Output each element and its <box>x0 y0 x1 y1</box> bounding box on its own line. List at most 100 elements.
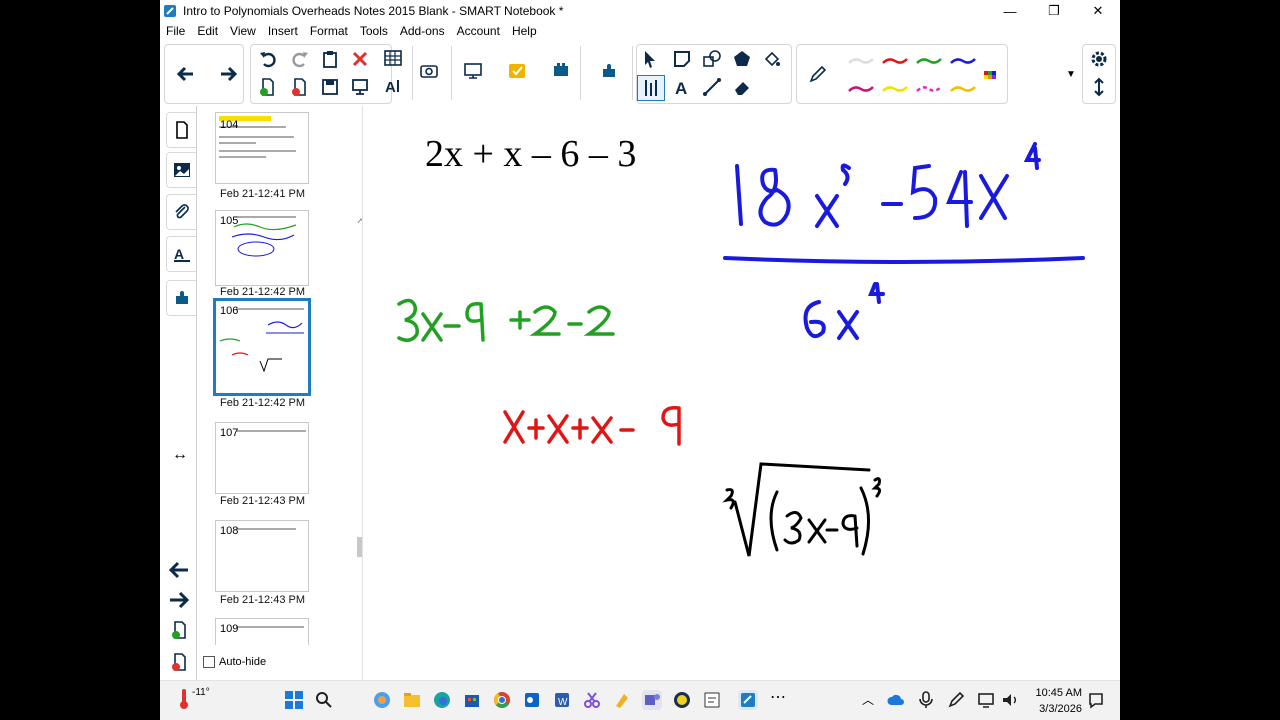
main-toolbar: A A ▼ <box>160 42 1120 104</box>
chevron-up-icon[interactable]: ︿ <box>858 690 878 710</box>
shapes-icon[interactable] <box>669 47 695 71</box>
page-thumbnail-107[interactable]: 107 <box>215 422 309 494</box>
chrome-icon[interactable] <box>492 690 512 710</box>
menu-help[interactable]: Help <box>512 24 537 38</box>
fill-icon[interactable] <box>759 47 785 71</box>
edge-icon[interactable] <box>432 690 452 710</box>
page-thumbnail-105[interactable]: 105 <box>215 210 309 286</box>
properties-tab[interactable]: A <box>166 236 197 272</box>
screen-shade-icon[interactable] <box>347 75 373 99</box>
addons-tab[interactable] <box>166 280 197 316</box>
title-bar: Intro to Polynomials Overheads Notes 201… <box>160 0 1120 22</box>
menu-file[interactable]: File <box>166 24 185 38</box>
page-thumbnail-109[interactable]: 109 <box>215 618 309 645</box>
menu-format[interactable]: Format <box>310 24 348 38</box>
delete-icon[interactable] <box>347 47 373 71</box>
next-page-icon[interactable] <box>168 590 190 615</box>
page-date: Feb 21-12:42 PM <box>220 397 305 409</box>
close-button[interactable]: ✕ <box>1076 0 1120 22</box>
addons-icon[interactable] <box>596 59 622 83</box>
display-icon[interactable] <box>460 59 486 83</box>
pentagon-icon[interactable] <box>729 47 755 71</box>
snipping-tool-icon[interactable] <box>582 690 602 710</box>
blue-ink-fraction[interactable] <box>723 142 1085 340</box>
chevron-down-icon[interactable]: ▼ <box>1058 62 1084 86</box>
smart-tools-icon[interactable] <box>702 690 722 710</box>
menu-view[interactable]: View <box>230 24 256 38</box>
menu-addons[interactable]: Add-ons <box>400 24 445 38</box>
paint-icon[interactable] <box>612 690 632 710</box>
cloud-icon[interactable] <box>886 690 906 710</box>
page-sorter-tab[interactable] <box>166 112 197 148</box>
properties-icon: A <box>174 246 190 262</box>
word-icon[interactable]: W <box>552 690 572 710</box>
back-arrow-icon[interactable] <box>173 62 199 86</box>
microphone-icon[interactable] <box>916 690 936 710</box>
weather-temperature[interactable]: -11° <box>192 687 210 698</box>
teams-icon[interactable] <box>642 690 662 710</box>
copilot-icon[interactable] <box>372 690 392 710</box>
outlook-icon[interactable] <box>522 690 542 710</box>
add-page-sidebar-icon[interactable] <box>170 620 190 645</box>
menu-tools[interactable]: Tools <box>360 24 388 38</box>
settings-icon[interactable] <box>1086 47 1112 71</box>
smart-notebook-taskbar-icon[interactable] <box>738 690 758 710</box>
activity-builder-icon[interactable] <box>548 59 574 83</box>
regular-shapes-icon[interactable] <box>699 47 725 71</box>
response-icon[interactable] <box>504 59 530 83</box>
file-explorer-icon[interactable] <box>402 690 422 710</box>
minimize-button[interactable]: — <box>988 0 1032 22</box>
line-icon[interactable] <box>699 75 725 99</box>
autohide-toggle[interactable]: Auto-hide <box>203 656 266 668</box>
menu-edit[interactable]: Edit <box>197 24 218 38</box>
notifications-icon[interactable] <box>1086 690 1106 710</box>
attachments-tab[interactable] <box>166 194 197 230</box>
smart-notebook-window: Intro to Polynomials Overheads Notes 201… <box>160 0 1120 720</box>
page-thumbnail-108[interactable]: 108 <box>215 520 309 592</box>
add-page-icon[interactable] <box>255 75 281 99</box>
eraser-icon[interactable] <box>729 75 755 99</box>
delete-page-sidebar-icon[interactable] <box>170 652 190 677</box>
resize-panel-icon[interactable]: ↔ <box>172 446 188 464</box>
store-icon[interactable] <box>462 690 482 710</box>
restore-button[interactable]: ❐ <box>1032 0 1076 22</box>
page-thumbnail-104[interactable]: 104 <box>215 112 309 184</box>
page-thumbnail-106-selected[interactable]: 106 <box>213 298 311 396</box>
search-icon[interactable] <box>314 690 334 710</box>
pen-menu-icon[interactable] <box>946 690 966 710</box>
delete-page-icon[interactable] <box>287 75 313 99</box>
system-clock[interactable]: 10:45 AM 3/3/2026 <box>1036 685 1082 717</box>
svg-text:A: A <box>675 79 687 97</box>
windows-taskbar: -11° W ⋯ ︿ 10:45 AM 3/3/2026 <box>160 680 1120 720</box>
undo-icon[interactable] <box>255 47 281 71</box>
pen-color-swatches[interactable] <box>841 45 1007 103</box>
network-icon[interactable] <box>976 690 996 710</box>
whiteboard-canvas[interactable]: 2x + x – 6 – 3 <box>362 106 1120 680</box>
red-ink-annotation[interactable] <box>503 405 681 446</box>
green-ink-annotation[interactable] <box>397 298 615 342</box>
app-circle-icon[interactable] <box>672 690 692 710</box>
page-number: 104 <box>220 119 239 131</box>
black-ink-cube-root[interactable] <box>722 462 882 557</box>
text-icon[interactable]: A <box>669 75 695 99</box>
gallery-tab[interactable] <box>166 152 197 188</box>
more-icon[interactable]: ⋯ <box>768 690 788 710</box>
pen-icon[interactable] <box>805 62 831 86</box>
move-toolbar-icon[interactable] <box>1086 75 1112 99</box>
save-icon[interactable] <box>317 75 343 99</box>
select-icon[interactable] <box>637 47 663 71</box>
previous-page-icon[interactable] <box>168 560 190 585</box>
screen-capture-icon[interactable] <box>416 59 442 83</box>
measurement-icon[interactable] <box>637 75 665 101</box>
forward-arrow-icon[interactable] <box>215 62 241 86</box>
thermometer-icon <box>180 689 188 709</box>
paste-icon[interactable] <box>317 47 343 71</box>
menu-account[interactable]: Account <box>457 24 500 38</box>
redo-icon[interactable] <box>287 47 313 71</box>
volume-icon[interactable] <box>1000 690 1020 710</box>
menu-insert[interactable]: Insert <box>268 24 298 38</box>
windows-start-icon[interactable] <box>284 690 304 710</box>
table-icon[interactable] <box>380 46 406 70</box>
autohide-checkbox[interactable] <box>203 656 215 668</box>
text-style-icon[interactable]: A <box>380 74 406 98</box>
